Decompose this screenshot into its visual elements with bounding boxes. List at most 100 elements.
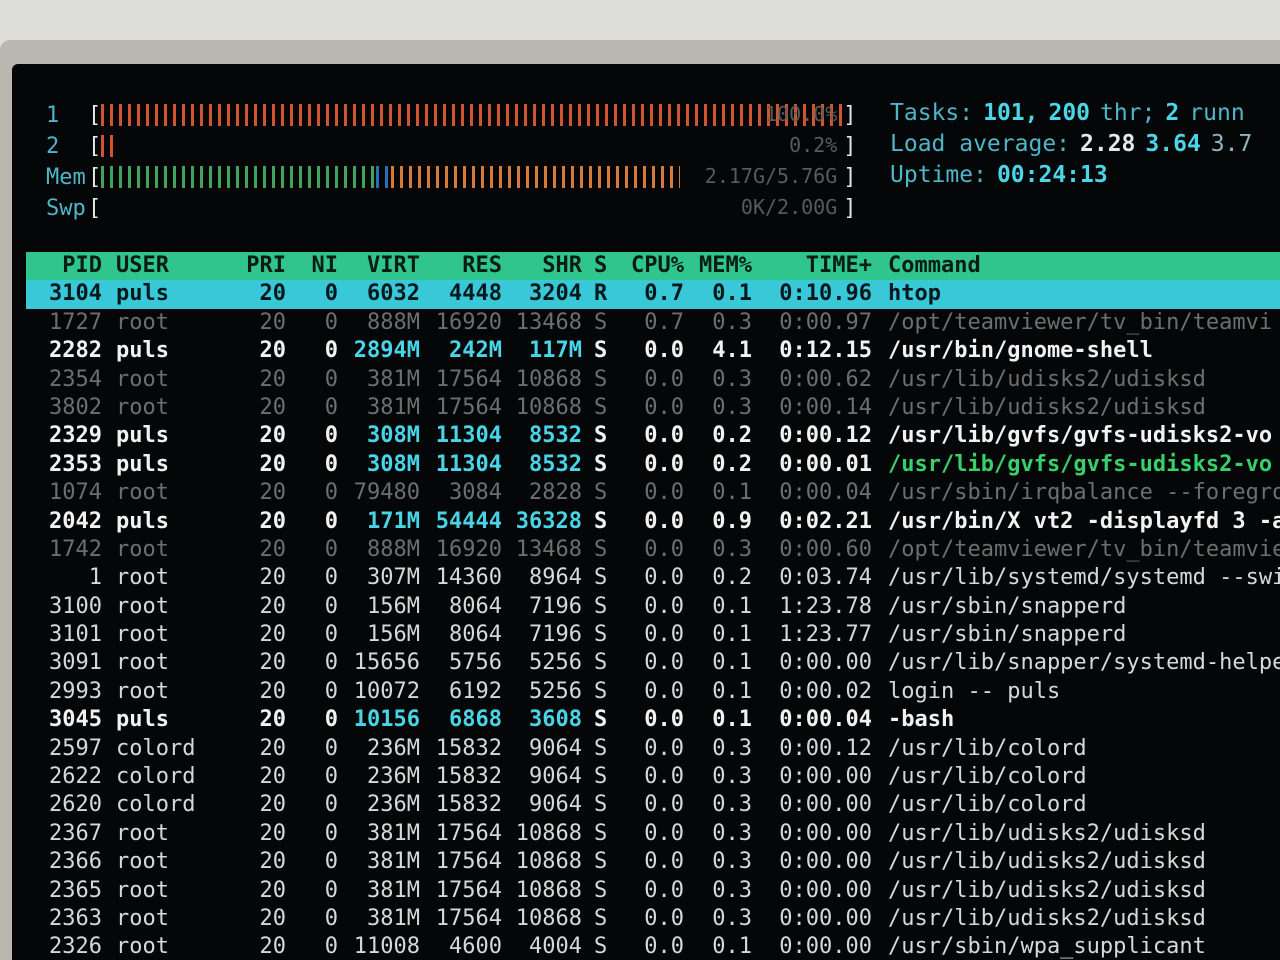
cell-shr: 10868 xyxy=(515,394,582,420)
cell-time: 1:23.77 xyxy=(779,622,872,648)
cell-time: 0:10.96 xyxy=(779,281,872,307)
cell-pri: 20 xyxy=(259,451,287,477)
cell-pid: 1727 xyxy=(49,309,102,335)
column-header-virt[interactable]: VIRT xyxy=(348,253,420,278)
cell-res: 17564 xyxy=(435,849,502,875)
cell-mem: 0.3 xyxy=(712,792,752,818)
cell-shr: 13468 xyxy=(515,536,582,562)
bracket-close: ] xyxy=(843,133,857,159)
table-row[interactable]: 2363 root 20 0 381M 17564 10868 S 0.0 0.3 0:00.00 /… xyxy=(26,905,1280,933)
cell-shr: 8964 xyxy=(529,565,582,591)
table-row[interactable]: 1742 root 20 0 888M 16920 13468 S 0.0 0.3 0:00.60 /… xyxy=(26,536,1280,564)
column-header-time[interactable]: TIME+ xyxy=(762,253,872,278)
cell-res: 4448 xyxy=(449,281,502,307)
cell-shr: 10868 xyxy=(515,849,582,875)
cell-state: S xyxy=(594,764,608,790)
cell-pid: 2363 xyxy=(49,905,102,931)
table-row[interactable]: 3045 puls 20 0 10156 6868 3608 S 0.0 0.1 0:00.04 -b… xyxy=(26,706,1280,734)
cell-command: /usr/lib/colord xyxy=(888,792,1087,818)
cell-cpu: 0.0 xyxy=(644,849,684,875)
cell-pid: 2282 xyxy=(49,338,102,364)
cell-pid: 2042 xyxy=(49,508,102,534)
cell-user: root xyxy=(116,366,169,392)
bracket-close: ] xyxy=(843,164,857,190)
cell-pid: 2354 xyxy=(49,366,102,392)
table-row[interactable]: 3100 root 20 0 156M 8064 7196 S 0.0 0.1 1:23.78/us… xyxy=(26,593,1280,621)
cell-user: root xyxy=(116,622,169,648)
cell-command: login -- puls xyxy=(888,678,1061,704)
column-header-pid[interactable]: PID xyxy=(26,253,102,278)
uptime-stat: Uptime: 00:24:13 xyxy=(890,162,1108,192)
table-row[interactable]: 2354 root 20 0 381M 17564 10868 S 0.0 0.3 0:00.62 /… xyxy=(26,366,1280,394)
cell-pri: 20 xyxy=(259,338,287,364)
table-row[interactable]: 1 root 20 0 307M 14360 8964 S 0.0 0.2 0:03.74/usr/… xyxy=(26,564,1280,592)
table-row[interactable]: 2365 root 20 0 381M 17564 10868 S 0.0 0.3 0:00.00 /… xyxy=(26,877,1280,905)
table-row[interactable]: 2620 colord 20 0 236M 15832 9064 S 0.0 0.3 0:00.00… xyxy=(26,791,1280,819)
cell-time: 0:00.97 xyxy=(779,309,872,335)
column-header-state[interactable]: S xyxy=(594,253,614,278)
table-row[interactable]: 2367 root 20 0 381M 17564 10868 S 0.0 0.3 0:00.00 /… xyxy=(26,820,1280,848)
column-header-ni[interactable]: NI xyxy=(296,253,339,278)
cell-pri: 20 xyxy=(259,877,287,903)
load-stat: Load average: 2.28 3.64 3.7 xyxy=(890,131,1252,161)
table-row[interactable]: 2993 root 20 0 10072 6192 5256 S 0.0 0.1 0:00.02 lo… xyxy=(26,678,1280,706)
cell-time: 0:00.04 xyxy=(779,480,872,506)
cell-time: 0:00.00 xyxy=(779,905,872,931)
meter-value: 100.0% xyxy=(765,104,838,126)
cell-virt: 381M xyxy=(367,849,420,875)
cell-virt: 79480 xyxy=(353,480,420,506)
cell-ni: 0 xyxy=(324,792,338,818)
table-row[interactable]: 2597 colord 20 0 236M 15832 9064 S 0.0 0.3 0:00.12… xyxy=(26,735,1280,763)
cell-state: S xyxy=(594,451,608,477)
table-row[interactable]: 2326 root 20 0 11008 4600 4004 S 0.0 0.1 0:00.00/u… xyxy=(26,933,1280,960)
table-row[interactable]: 1074 root 20 0 79480 3084 2828 S 0.0 0.1 0:00.04/u… xyxy=(26,479,1280,507)
table-row[interactable]: 2622 colord 20 0 236M 15832 9064 S 0.0 0.3 0:00.00… xyxy=(26,763,1280,791)
cell-user: root xyxy=(116,650,169,676)
table-row[interactable]: 2042 puls 20 0 171M 54444 36328 S 0.0 0.9 0:02.21 /… xyxy=(26,508,1280,536)
table-header: PID USER PRI NI VIRT RES SHR S CPU% MEM%… xyxy=(26,252,1280,281)
cell-virt: 307M xyxy=(367,565,420,591)
table-row[interactable]: 1727 root 20 0 888M 16920 13468 S 0.7 0.3 0:00.97 /… xyxy=(26,309,1280,337)
bracket-open: [ xyxy=(88,164,102,190)
column-header-shr[interactable]: SHR xyxy=(512,253,582,278)
column-header-mem[interactable]: MEM% xyxy=(688,253,752,278)
cell-pid: 3101 xyxy=(49,622,102,648)
table-row[interactable]: 2329 puls 20 0 308M 11304 8532 S 0.0 0.2 0:00.12/u… xyxy=(26,422,1280,450)
cell-pri: 20 xyxy=(259,792,287,818)
cell-user: root xyxy=(116,536,169,562)
table-row[interactable]: 2366 root 20 0 381M 17564 10868 S 0.0 0.3 0:00.00 /… xyxy=(26,848,1280,876)
meter-bar: 0K/2.00G xyxy=(101,197,843,219)
column-header-command[interactable]: Command xyxy=(888,253,1278,278)
table-row[interactable]: 2282 puls 20 0 2894M 242M 117M S 0.0 4.1 0:12.15/u… xyxy=(26,337,1280,365)
cell-shr: 4004 xyxy=(529,934,582,960)
cell-pid: 1742 xyxy=(49,536,102,562)
cell-time: 0:00.00 xyxy=(779,877,872,903)
table-row[interactable]: 3104 puls 20 0 6032 4448 3204 R 0.7 0.1 0:10.96 hto… xyxy=(26,280,1280,309)
cell-mem: 0.3 xyxy=(712,849,752,875)
column-header-pri[interactable]: PRI xyxy=(236,253,286,278)
table-row[interactable]: 3101 root 20 0 156M 8064 7196 S 0.0 0.1 1:23.77/us… xyxy=(26,621,1280,649)
table-row[interactable]: 3091 root 20 0 15656 5756 5256 S 0.0 0.1 0:00.00/u… xyxy=(26,649,1280,677)
cell-state: S xyxy=(594,849,608,875)
cell-mem: 0.1 xyxy=(712,678,752,704)
cell-user: puls xyxy=(116,338,169,364)
column-header-cpu[interactable]: CPU% xyxy=(620,253,684,278)
cell-mem: 0.3 xyxy=(712,764,752,790)
cell-shr: 7196 xyxy=(529,622,582,648)
cell-mem: 0.3 xyxy=(712,536,752,562)
cell-cpu: 0.0 xyxy=(644,650,684,676)
cell-user: root xyxy=(116,905,169,931)
cell-mem: 0.2 xyxy=(712,451,752,477)
table-row[interactable]: 2353 puls 20 0 308M 11304 8532 S 0.0 0.2 0:00.01/u… xyxy=(26,451,1280,479)
cell-time: 0:03.74 xyxy=(779,565,872,591)
cell-state: S xyxy=(594,820,608,846)
column-header-user[interactable]: USER xyxy=(116,253,226,278)
table-row[interactable]: 3802 root 20 0 381M 17564 10868 S 0.0 0.3 0:00.14 /… xyxy=(26,394,1280,422)
column-header-res[interactable]: RES xyxy=(430,253,502,278)
cell-pid: 2366 xyxy=(49,849,102,875)
mem-used-fill xyxy=(101,166,376,188)
cell-shr: 7196 xyxy=(529,593,582,619)
meter-value: 0.2% xyxy=(789,135,838,157)
cell-user: puls xyxy=(116,451,169,477)
cell-pid: 3091 xyxy=(49,650,102,676)
